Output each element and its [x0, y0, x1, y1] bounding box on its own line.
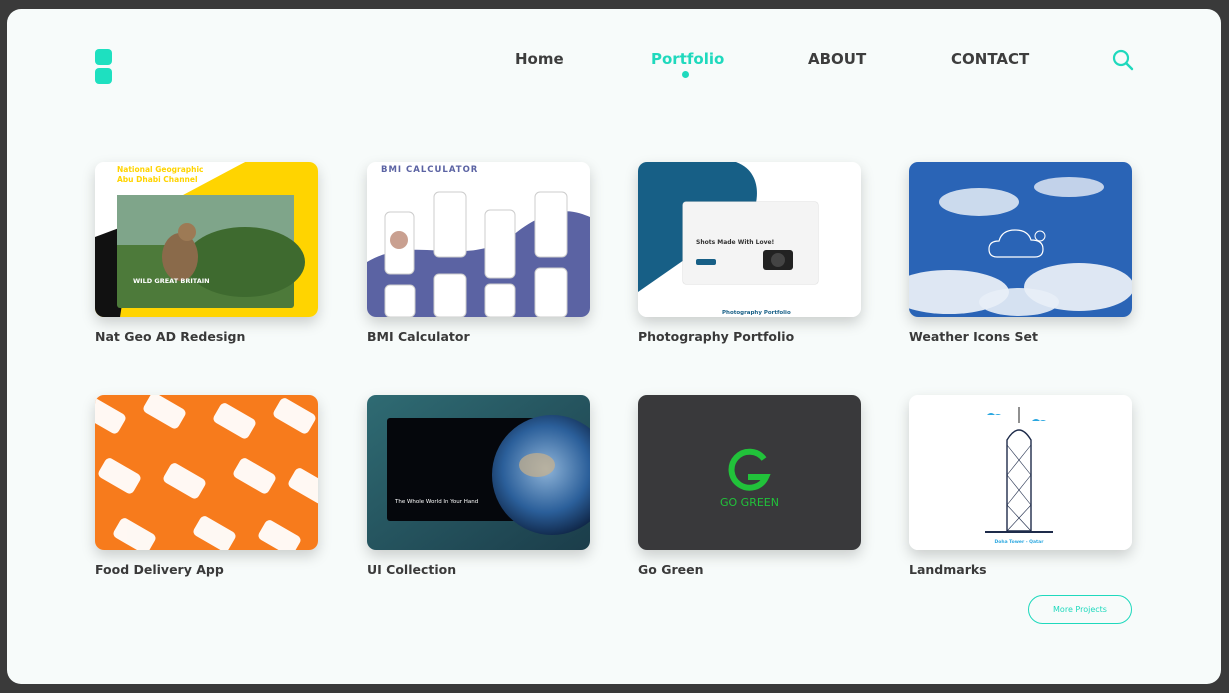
project-card-weather[interactable]: Weather Icons Set: [909, 162, 1132, 344]
project-title: UI Collection: [367, 562, 457, 577]
thumb-landmark-caption: Doha Tower - Qatar: [995, 539, 1045, 545]
nav-about[interactable]: ABOUT: [808, 50, 866, 68]
project-title: Go Green: [638, 562, 704, 577]
thumb-ui-caption: The Whole World In Your Hand: [394, 499, 478, 505]
project-thumbnail: Shots Made With Love! Photography Portfo…: [638, 162, 861, 317]
project-card-natgeo[interactable]: National Geographic Abu Dhabi Channel WI…: [95, 162, 318, 344]
project-thumbnail: National Geographic Abu Dhabi Channel WI…: [95, 162, 318, 317]
project-title: Weather Icons Set: [909, 329, 1038, 344]
project-thumbnail: Doha Tower - Qatar: [909, 395, 1132, 550]
nav-home[interactable]: Home: [515, 50, 564, 68]
nav-contact[interactable]: CONTACT: [951, 50, 1029, 68]
project-card-bmi[interactable]: BMI CALCULATOR BMI Calculator: [367, 162, 590, 344]
thumb-natgeo-caption: WILD GREAT BRITAIN: [133, 277, 210, 285]
portfolio-window: Home Portfolio ABOUT CONTACT National Ge…: [7, 9, 1221, 684]
thumb-bmi-title: BMI CALCULATOR: [381, 165, 478, 175]
project-thumbnail: [95, 395, 318, 550]
thumb-natgeo-title: National Geographic: [117, 165, 203, 174]
project-title: BMI Calculator: [367, 329, 470, 344]
project-card-landmarks[interactable]: Doha Tower - Qatar Landmarks: [909, 395, 1132, 577]
thumb-natgeo-subtitle: Abu Dhabi Channel: [117, 175, 198, 184]
search-icon[interactable]: [1112, 49, 1134, 71]
more-projects-button[interactable]: More Projects: [1028, 595, 1132, 624]
project-title: Photography Portfolio: [638, 329, 795, 344]
project-thumbnail: [909, 162, 1132, 317]
project-card-food-delivery[interactable]: Food Delivery App: [95, 395, 318, 577]
project-title: Landmarks: [909, 562, 987, 577]
thumb-photo-caption: Photography Portfolio: [722, 310, 791, 316]
nav-portfolio[interactable]: Portfolio: [651, 50, 724, 68]
project-thumbnail: The Whole World In Your Hand: [367, 395, 590, 550]
thumb-photo-headline: Shots Made With Love!: [696, 239, 774, 246]
project-title: Food Delivery App: [95, 562, 224, 577]
project-thumbnail: BMI CALCULATOR: [367, 162, 590, 317]
project-card-photography[interactable]: Shots Made With Love! Photography Portfo…: [638, 162, 861, 344]
project-card-ui-collection[interactable]: The Whole World In Your Hand UI Collecti…: [367, 395, 590, 577]
project-title: Nat Geo AD Redesign: [95, 329, 246, 344]
thumb-gogreen-label: GO GREEN: [720, 496, 779, 509]
project-card-go-green[interactable]: GO GREEN Go Green: [638, 395, 861, 577]
main-nav: Home Portfolio ABOUT CONTACT: [7, 50, 1221, 80]
project-thumbnail: GO GREEN: [638, 395, 861, 550]
active-nav-indicator: [682, 71, 689, 78]
